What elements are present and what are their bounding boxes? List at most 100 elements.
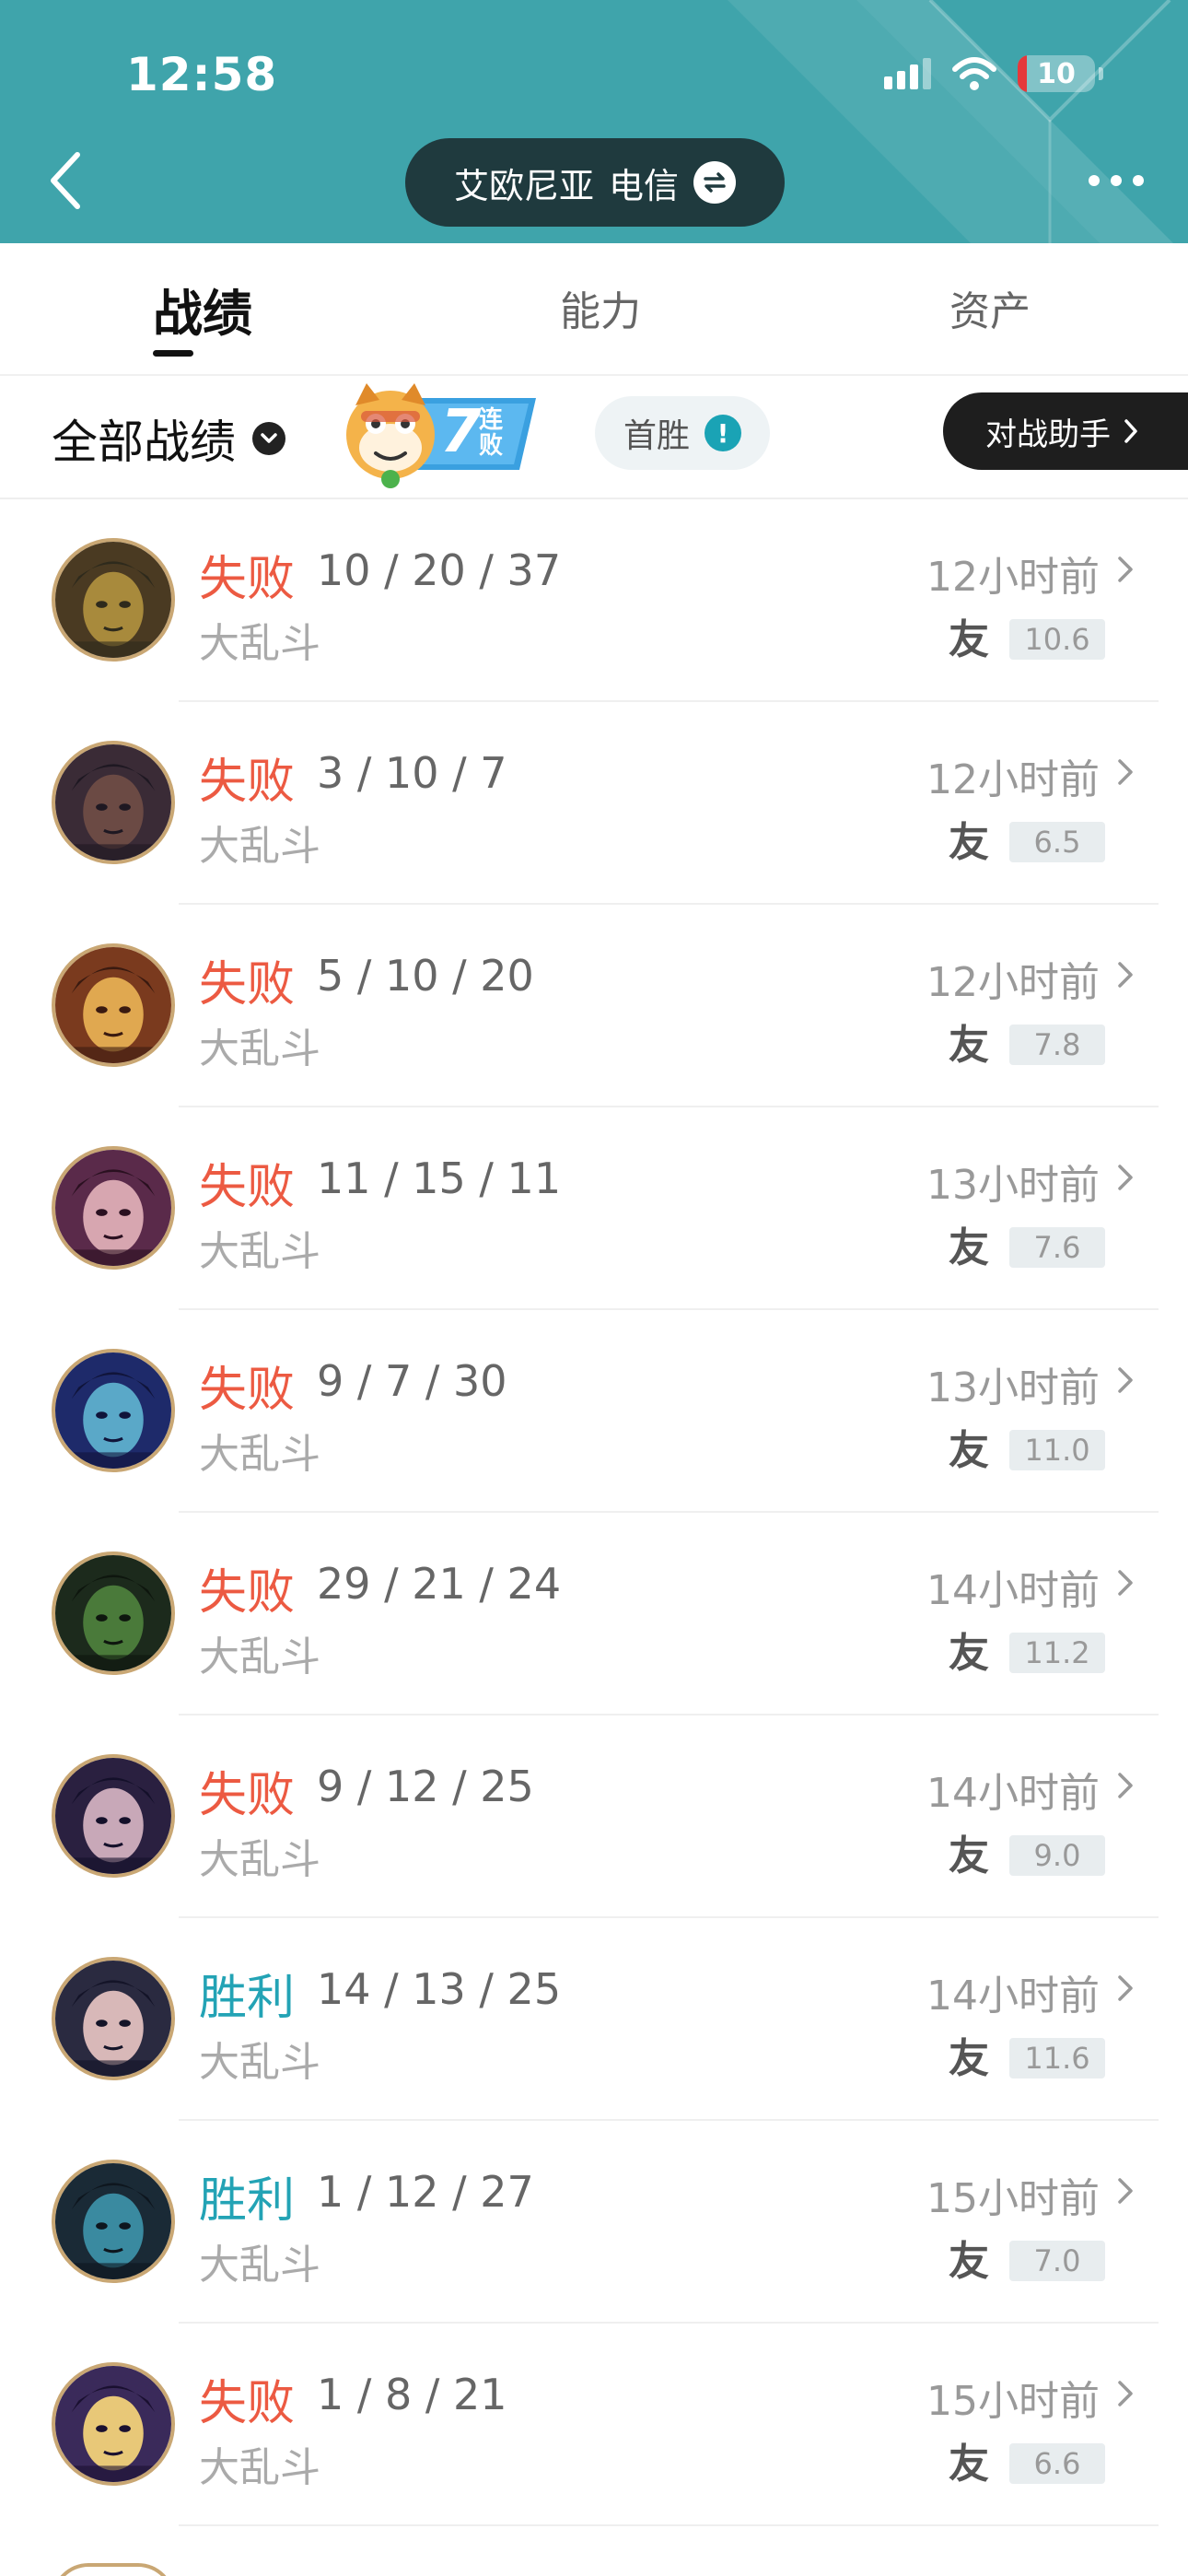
match-rating: 6.5	[1009, 822, 1105, 862]
match-result: 失败	[199, 1160, 296, 1215]
match-rating: 7.0	[1009, 2241, 1105, 2281]
game-mode: 大乱斗	[199, 620, 320, 667]
friend-icon-text: 友	[949, 1224, 989, 1271]
first-win-label: 首胜	[623, 417, 690, 455]
match-time: 13小时前	[926, 1364, 1100, 1411]
friend-icon-text: 友	[949, 1022, 989, 1069]
all-records-label: 全部战绩	[52, 416, 236, 469]
game-mode: 大乱斗	[199, 1836, 320, 1883]
kda-score: 9 / 7 / 30	[317, 1356, 507, 1406]
match-time: 15小时前	[926, 2378, 1100, 2425]
kda-score: 10 / 20 / 37	[317, 545, 562, 595]
match-row[interactable]: 失败 1 / 8 / 21 大乱斗 15小时前 友 6.6	[0, 2324, 1188, 2526]
all-records-dropdown[interactable]: 全部战绩	[52, 405, 285, 472]
champion-avatar	[52, 2362, 175, 2486]
chevron-right-icon	[1118, 962, 1133, 988]
friend-badge: 友	[949, 822, 995, 864]
champion-avatar	[52, 741, 175, 864]
match-history-page: 12:58 10 艾欧尼亚 电信 战绩 能力 资产 全部战绩 7 连败 首胜 !…	[0, 0, 1188, 2576]
battle-assistant-label: 对战助手	[985, 416, 1111, 453]
match-time: 13小时前	[926, 1162, 1100, 1209]
champion-avatar	[52, 1349, 175, 1472]
match-result: 失败	[199, 1363, 296, 1418]
champion-avatar	[52, 1551, 175, 1675]
match-result: 失败	[199, 755, 296, 810]
game-mode: 大乱斗	[199, 823, 320, 870]
carrier-name: 电信	[609, 165, 680, 206]
more-options-icon[interactable]	[1089, 175, 1144, 186]
match-rating: 10.6	[1009, 619, 1105, 660]
match-row[interactable]: 胜利 14 / 13 / 25 大乱斗 14小时前 友 11.6	[0, 1918, 1188, 2121]
active-tab-indicator	[153, 350, 193, 357]
friend-icon-text: 友	[949, 1832, 989, 1879]
match-rating: 9.0	[1009, 1835, 1105, 1876]
match-time: 12小时前	[926, 554, 1100, 601]
match-row[interactable]: 失败 9 / 7 / 30 大乱斗 13小时前 友 11.0	[0, 1310, 1188, 1513]
match-row[interactable]: 胜利 1 / 12 / 27 大乱斗 15小时前 友 7.0	[0, 2121, 1188, 2324]
friend-icon-text: 友	[949, 1427, 989, 1474]
match-row[interactable]: 失败 9 / 12 / 25 大乱斗 14小时前 友 9.0	[0, 1715, 1188, 1918]
match-rating: 7.6	[1009, 1227, 1105, 1268]
battery-tip	[1099, 67, 1103, 80]
friend-badge: 友	[949, 1025, 995, 1067]
match-rating: 6.6	[1009, 2443, 1105, 2484]
first-win-badge[interactable]: 首胜 !	[595, 396, 770, 470]
game-mode: 大乱斗	[199, 2444, 320, 2491]
friend-icon-text: 友	[949, 819, 989, 866]
game-mode: 大乱斗	[199, 1633, 320, 1680]
tab-bar: 战绩 能力 资产	[0, 243, 1188, 376]
match-result: 胜利	[199, 2173, 296, 2229]
game-mode: 大乱斗	[199, 1228, 320, 1275]
match-result: 失败	[199, 957, 296, 1013]
game-mode: 大乱斗	[199, 1431, 320, 1478]
match-time: 15小时前	[926, 2175, 1100, 2222]
tab-records[interactable]: 战绩	[153, 273, 252, 345]
top-header: 12:58 10 艾欧尼亚 电信	[0, 0, 1188, 243]
row-divider	[179, 2524, 1159, 2526]
match-row[interactable]: 失败 10 / 20 / 37 大乱斗 12小时前 友 10.6	[0, 499, 1188, 702]
tab-assets[interactable]: 资产	[949, 278, 1031, 337]
chevron-right-icon	[1124, 419, 1137, 443]
friend-badge: 友	[949, 2241, 995, 2283]
status-icons: 10	[884, 55, 1103, 92]
match-row[interactable]: 失败 29 / 21 / 24 大乱斗 14小时前 友 11.2	[0, 1513, 1188, 1715]
friend-badge: 友	[949, 1227, 995, 1270]
friend-icon-text: 友	[949, 2441, 989, 2488]
tab-ability[interactable]: 能力	[560, 278, 641, 337]
battle-assistant-button[interactable]: 对战助手	[943, 392, 1188, 470]
match-row[interactable]: 失败 5 / 10 / 20 大乱斗 12小时前 友 7.8	[0, 905, 1188, 1107]
champion-avatar	[52, 943, 175, 1067]
match-time: 14小时前	[926, 1973, 1100, 2020]
match-result: 失败	[199, 552, 296, 607]
battery-level: 10	[1037, 57, 1076, 90]
match-row[interactable]: 失败 11 / 15 / 11 大乱斗 13小时前 友 7.6	[0, 1107, 1188, 1310]
status-time: 12:58	[126, 48, 278, 101]
friend-badge: 友	[949, 1835, 995, 1878]
friend-badge: 友	[949, 1430, 995, 1472]
back-button[interactable]	[44, 147, 90, 214]
chevron-right-icon	[1118, 2178, 1133, 2204]
match-rating: 7.8	[1009, 1025, 1105, 1065]
match-row[interactable]: 失败 3 / 10 / 7 大乱斗 12小时前 友 6.5	[0, 702, 1188, 905]
swap-icon	[693, 161, 737, 204]
battery-icon: 10	[1018, 55, 1095, 92]
kda-score: 9 / 12 / 25	[317, 1762, 534, 1811]
chevron-right-icon	[1118, 759, 1133, 785]
chevron-right-icon	[1118, 1367, 1133, 1393]
kda-score: 5 / 10 / 20	[317, 951, 534, 1001]
match-time: 14小时前	[926, 1770, 1100, 1817]
game-mode: 大乱斗	[199, 2242, 320, 2289]
champion-avatar	[52, 538, 175, 662]
friend-badge: 友	[949, 619, 995, 662]
match-rating: 11.2	[1009, 1633, 1105, 1673]
friend-icon-text: 友	[949, 1630, 989, 1677]
match-time: 12小时前	[926, 756, 1100, 803]
chevron-down-icon	[252, 422, 285, 455]
server-switch-button[interactable]: 艾欧尼亚 电信	[405, 138, 785, 227]
friend-icon-text: 友	[949, 616, 989, 663]
champion-avatar	[52, 1957, 175, 2080]
champion-avatar	[52, 1754, 175, 1878]
losing-streak-badge[interactable]: 7 连败	[339, 378, 542, 490]
friend-badge: 友	[949, 2443, 995, 2486]
champion-avatar	[52, 1146, 175, 1270]
